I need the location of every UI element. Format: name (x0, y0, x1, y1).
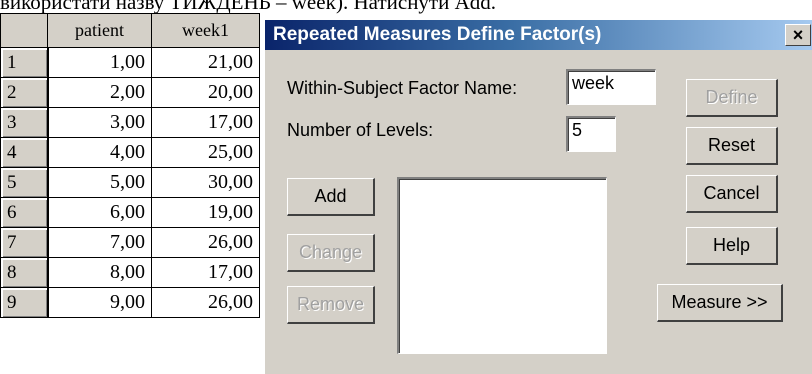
table-row: 6 6,00 19,00 (0, 197, 260, 228)
table-row: 3 3,00 17,00 (0, 107, 260, 138)
data-grid: patient week1 1 1,00 21,00 2 2,00 20,00 … (0, 13, 260, 318)
cell-patient[interactable]: 2,00 (47, 77, 152, 108)
define-button[interactable]: Define (686, 79, 778, 117)
cell-patient[interactable]: 5,00 (47, 167, 152, 198)
row-number[interactable]: 5 (0, 167, 49, 198)
define-button-label: Define (705, 87, 758, 107)
help-button-label: Help (712, 235, 751, 255)
cancel-button[interactable]: Cancel (686, 175, 778, 213)
remove-button[interactable]: Remove (287, 286, 375, 324)
dialog-title: Repeated Measures Define Factor(s) (273, 24, 602, 45)
change-button[interactable]: Change (287, 234, 375, 272)
table-row: 2 2,00 20,00 (0, 77, 260, 108)
reset-button-label: Reset (707, 135, 756, 155)
row-number[interactable]: 1 (0, 47, 49, 78)
cell-week1[interactable]: 26,00 (151, 287, 260, 318)
column-header-week1[interactable]: week1 (151, 13, 260, 48)
add-button[interactable]: Add (287, 178, 375, 216)
row-number[interactable]: 4 (0, 137, 49, 168)
row-number[interactable]: 3 (0, 107, 49, 138)
cell-week1[interactable]: 26,00 (151, 227, 260, 258)
cell-week1[interactable]: 17,00 (151, 107, 260, 138)
measure-button[interactable]: Measure >> (657, 284, 783, 322)
change-button-label: Change (298, 242, 363, 262)
cell-patient[interactable]: 6,00 (47, 197, 152, 228)
column-header-patient[interactable]: patient (47, 13, 152, 48)
cell-week1[interactable]: 21,00 (151, 47, 260, 78)
cell-week1[interactable]: 30,00 (151, 167, 260, 198)
factor-name-label: Within-Subject Factor Name: (287, 78, 518, 98)
define-factors-dialog: Repeated Measures Define Factor(s) × Wit… (263, 20, 812, 374)
dialog-titlebar[interactable]: Repeated Measures Define Factor(s) × (265, 20, 812, 50)
row-number[interactable]: 7 (0, 227, 49, 258)
measure-button-label: Measure >> (671, 292, 768, 312)
cell-patient[interactable]: 3,00 (47, 107, 152, 138)
table-row: 7 7,00 26,00 (0, 227, 260, 258)
cell-patient[interactable]: 9,00 (47, 287, 152, 318)
row-number[interactable]: 9 (0, 287, 49, 318)
remove-button-label: Remove (296, 294, 365, 314)
help-button[interactable]: Help (686, 227, 778, 265)
add-button-label: Add (314, 186, 347, 206)
reset-button[interactable]: Reset (686, 127, 778, 165)
table-row: 5 5,00 30,00 (0, 167, 260, 198)
factors-listbox[interactable] (397, 177, 607, 354)
cell-patient[interactable]: 1,00 (47, 47, 152, 78)
levels-input[interactable]: 5 (566, 116, 616, 152)
cell-week1[interactable]: 19,00 (151, 197, 260, 228)
table-row: 9 9,00 26,00 (0, 287, 260, 318)
close-icon: × (792, 25, 804, 45)
cancel-button-label: Cancel (703, 183, 760, 203)
table-row: 8 8,00 17,00 (0, 257, 260, 288)
table-row: 1 1,00 21,00 (0, 47, 260, 78)
cell-week1[interactable]: 20,00 (151, 77, 260, 108)
cell-week1[interactable]: 17,00 (151, 257, 260, 288)
row-number[interactable]: 2 (0, 77, 49, 108)
row-number[interactable]: 8 (0, 257, 49, 288)
table-row: 4 4,00 25,00 (0, 137, 260, 168)
factor-name-input[interactable]: week (566, 69, 656, 105)
levels-label: Number of Levels: (287, 120, 434, 140)
cell-patient[interactable]: 4,00 (47, 137, 152, 168)
grid-corner (0, 13, 48, 48)
cell-patient[interactable]: 8,00 (47, 257, 152, 288)
cell-week1[interactable]: 25,00 (151, 137, 260, 168)
close-button[interactable]: × (785, 24, 811, 46)
document-caption: використати назву ТИЖДЕНЬ – week). Натис… (0, 0, 497, 14)
row-number[interactable]: 6 (0, 197, 49, 228)
cell-patient[interactable]: 7,00 (47, 227, 152, 258)
